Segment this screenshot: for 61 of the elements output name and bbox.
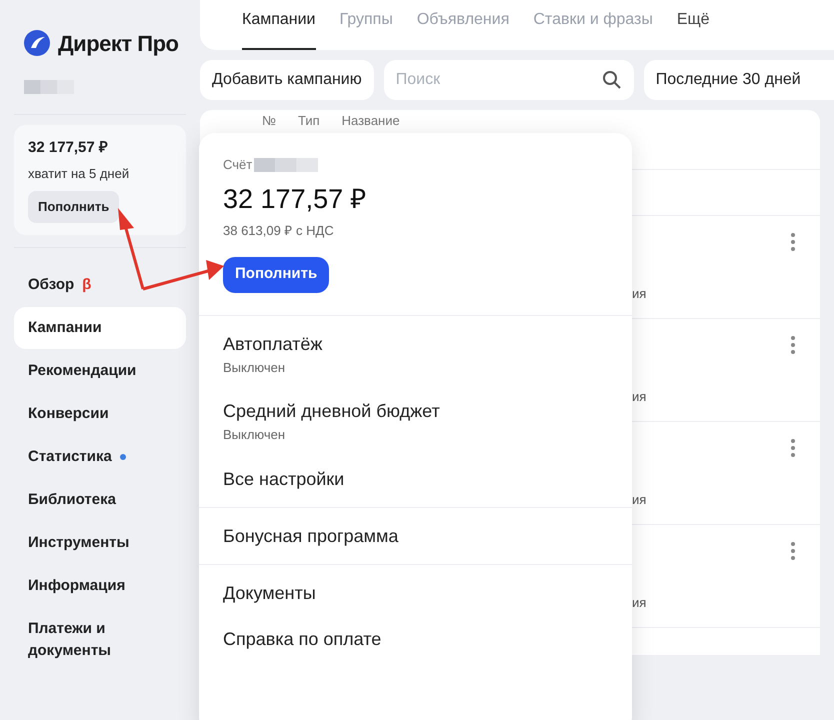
column-header: Тип bbox=[298, 113, 320, 129]
more-tab[interactable]: Ещё bbox=[676, 8, 710, 50]
sidebar-item-label: Платежи и документы bbox=[28, 618, 112, 660]
table-cell-text: ия bbox=[632, 594, 646, 612]
more-icon[interactable] bbox=[790, 438, 796, 458]
menu-item[interactable]: Все настройки bbox=[199, 466, 632, 490]
popup-amount: 32 177,57 ₽ bbox=[223, 182, 367, 216]
sidebar-item-label: Конверсии bbox=[28, 404, 109, 424]
menu-item-status: Выключен bbox=[223, 358, 286, 376]
more-icon[interactable] bbox=[790, 335, 796, 355]
sidebar-item[interactable]: Информация bbox=[14, 564, 186, 606]
blurred-block-icon bbox=[254, 158, 318, 172]
menu-item-label: Средний дневной бюджет bbox=[223, 400, 441, 423]
sidebar-item-label: Инструменты bbox=[28, 532, 130, 552]
table-cell-text: ия bbox=[632, 285, 646, 303]
menu-item[interactable]: Документы bbox=[199, 580, 632, 604]
sidebar-item-label: Рекомендации bbox=[28, 360, 136, 380]
sidebar-item-label: Кампании bbox=[28, 318, 102, 338]
sidebar-item-label: Библиотека bbox=[28, 490, 116, 510]
sidebar-item-label: Информация bbox=[28, 576, 126, 596]
add-campaign-button[interactable]: Добавить кампанию bbox=[200, 60, 374, 100]
blurred-block-icon bbox=[24, 80, 74, 94]
more-icon[interactable] bbox=[790, 541, 796, 561]
menu-item[interactable]: Средний дневной бюджет Выключен bbox=[199, 399, 632, 444]
account-label: Счёт bbox=[223, 156, 252, 174]
table-cell-text: ия bbox=[632, 491, 646, 509]
sidebar-item[interactable]: Платежи и документы bbox=[14, 608, 186, 672]
balance-forecast: хватит на 5 дней bbox=[28, 164, 130, 183]
period-dropdown[interactable]: Последние 30 дней bbox=[644, 60, 834, 100]
top-up-button[interactable]: Пополнить bbox=[223, 256, 330, 292]
search-field[interactable]: Поиск bbox=[384, 60, 634, 100]
menu-item[interactable]: Автоплатёж Выключен bbox=[199, 332, 632, 377]
sidebar-item[interactable]: Библиотека bbox=[14, 478, 186, 520]
menu-item-label: Документы bbox=[223, 582, 317, 604]
menu-item-status: Выключен bbox=[223, 426, 286, 444]
tab[interactable]: Кампании bbox=[242, 8, 316, 50]
amount-with-vat: 38 613,09 ₽ с НДС bbox=[223, 222, 334, 240]
sidebar-item[interactable]: Рекомендации bbox=[14, 350, 186, 392]
sidebar-item[interactable]: Кампании bbox=[14, 306, 186, 348]
balance-amount: 32 177,57 ₽ bbox=[28, 138, 108, 158]
top-up-button[interactable]: Пополнить bbox=[28, 191, 120, 222]
menu-item-label: Бонусная программа bbox=[223, 524, 400, 548]
logo-icon bbox=[24, 30, 50, 56]
menu-item[interactable]: Справка по оплате bbox=[199, 626, 632, 650]
sidebar-item-label: Обзор bbox=[28, 274, 74, 294]
column-header: Название bbox=[342, 113, 400, 129]
menu-item[interactable]: Бонусная программа bbox=[199, 524, 632, 548]
sidebar-item[interactable]: Обзор β bbox=[14, 264, 186, 306]
sidebar-item[interactable]: Инструменты bbox=[14, 522, 186, 564]
sidebar-item-label: Статистика bbox=[28, 446, 112, 466]
more-icon[interactable] bbox=[790, 232, 796, 252]
menu-item-label: Все настройки bbox=[223, 468, 346, 490]
sidebar-item[interactable]: Статистика bbox=[14, 436, 186, 478]
menu-item-label: Справка по оплате bbox=[223, 628, 382, 650]
table-cell-text: ия bbox=[632, 388, 646, 406]
menu-item-label: Автоплатёж bbox=[223, 332, 324, 356]
search-icon bbox=[602, 70, 622, 90]
sidebar-item[interactable]: Конверсии bbox=[14, 392, 186, 434]
logo-text: Директ Про bbox=[58, 30, 178, 58]
column-header: № bbox=[262, 113, 276, 129]
beta-label: β bbox=[82, 274, 92, 294]
